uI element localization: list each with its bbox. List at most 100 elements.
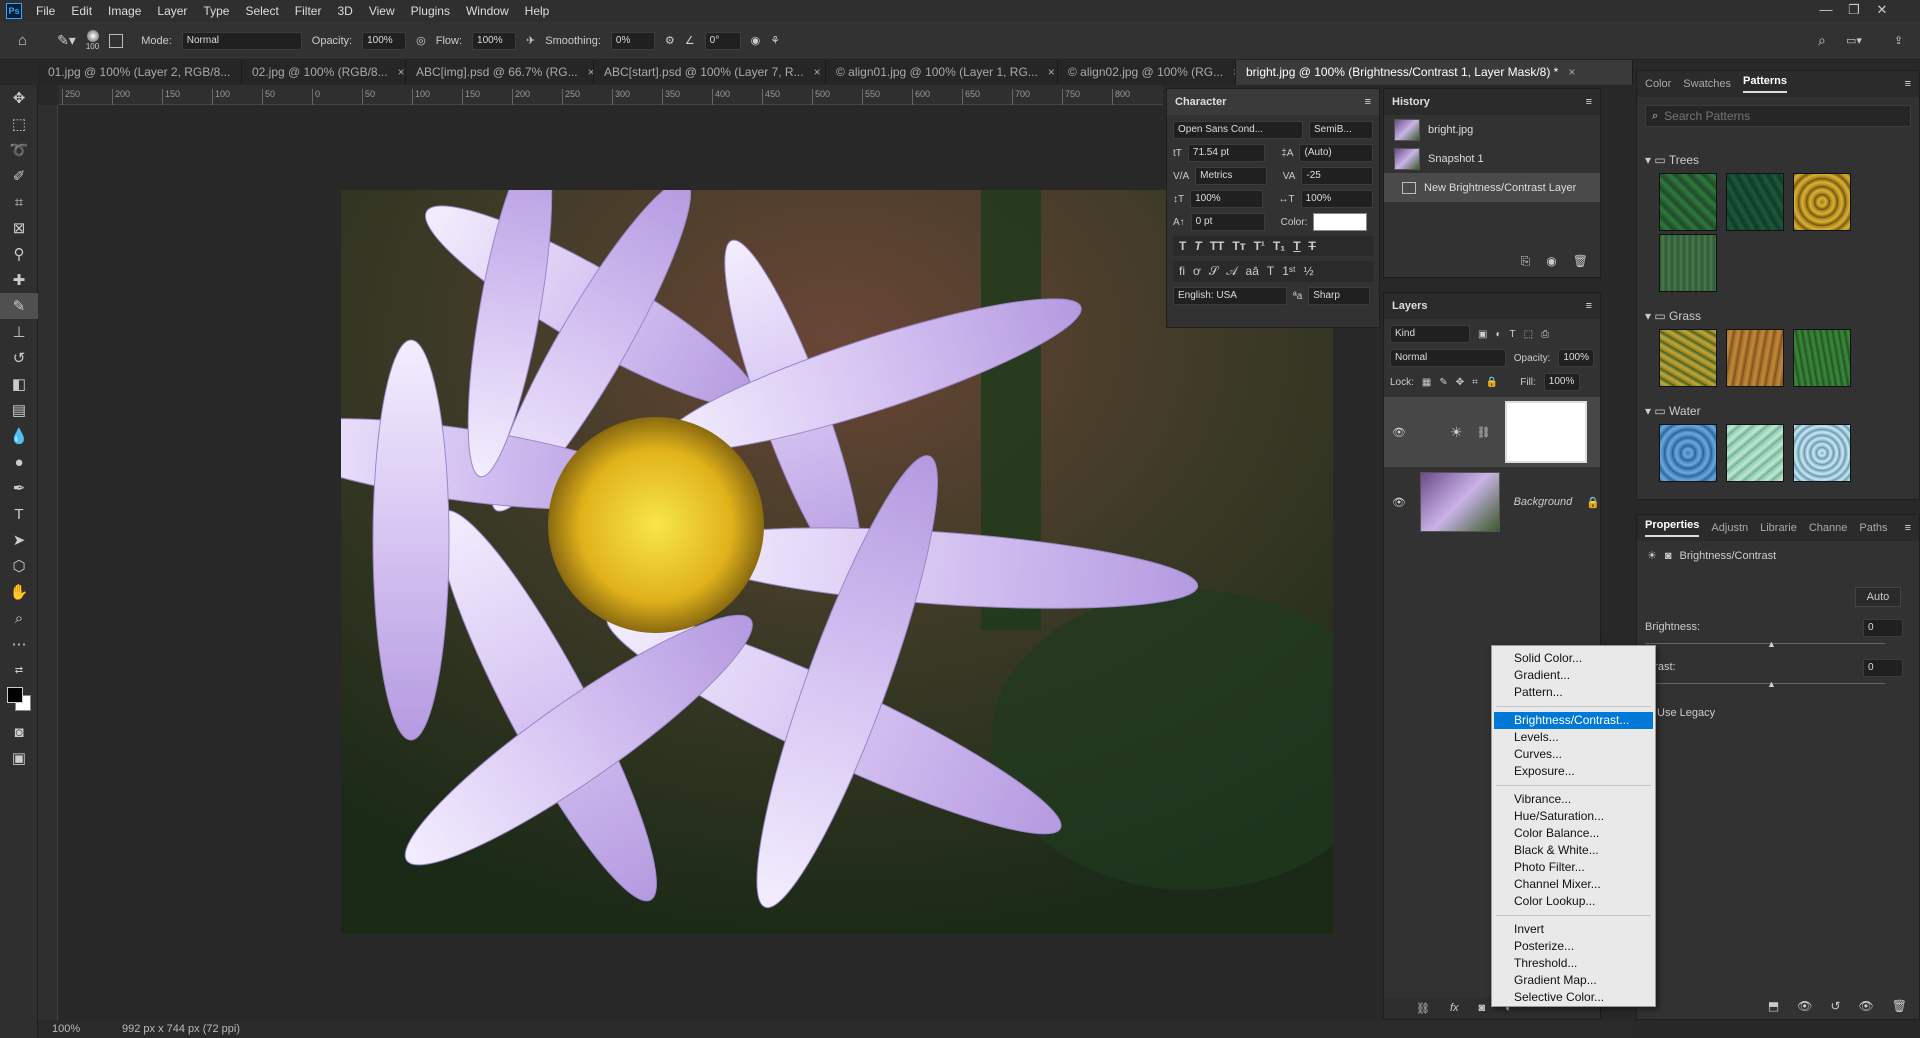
gear-icon[interactable]: ⚙ — [665, 34, 675, 47]
swap-colors-icon[interactable]: ⇄ — [0, 657, 38, 683]
tab-patterns[interactable]: Patterns — [1743, 75, 1788, 93]
layer-row-background[interactable]: 👁 Background 🔒 — [1384, 467, 1600, 537]
move-tool-icon[interactable]: ✥ — [0, 85, 38, 111]
fx-icon[interactable]: fx — [1450, 1002, 1459, 1014]
history-item[interactable]: bright.jpg — [1384, 115, 1600, 144]
tab-libraries[interactable]: Librarie — [1760, 522, 1797, 534]
menu-view[interactable]: View — [361, 0, 403, 22]
tab-properties[interactable]: Properties — [1645, 519, 1700, 537]
minimize-button[interactable]: — — [1812, 0, 1840, 22]
blur-tool-icon[interactable]: 💧 — [0, 423, 38, 449]
menu-filter[interactable]: Filter — [287, 0, 330, 22]
pressure-opacity-icon[interactable]: ◎ — [416, 34, 426, 47]
pattern-swatch[interactable] — [1659, 424, 1717, 482]
mask-icon[interactable]: ◙ — [1665, 550, 1672, 562]
menu-edit[interactable]: Edit — [63, 0, 100, 22]
strikethrough-icon[interactable]: T — [1309, 239, 1316, 253]
menu-item-levels[interactable]: Levels... — [1494, 729, 1653, 746]
hand-tool-icon[interactable]: ✋ — [0, 579, 38, 605]
close-window-button[interactable]: ✕ — [1868, 0, 1896, 22]
lock-transparent-icon[interactable]: ▦ — [1422, 377, 1431, 388]
language-select[interactable]: English: USA — [1173, 287, 1287, 305]
ordinals-icon[interactable]: 1ˢᵗ — [1282, 264, 1295, 279]
pressure-size-icon[interactable]: ◉ — [751, 34, 761, 47]
swash-icon[interactable]: 𝒮 — [1209, 264, 1218, 279]
visibility-icon[interactable]: 👁 — [1859, 999, 1874, 1013]
document-info[interactable]: 992 px x 744 px (72 ppi) — [122, 1023, 240, 1035]
contextual-icon[interactable]: T — [1267, 264, 1274, 279]
restore-button[interactable]: ❐ — [1840, 0, 1868, 22]
tab-adjustments[interactable]: Adjustn — [1711, 522, 1748, 534]
menu-image[interactable]: Image — [100, 0, 149, 22]
airbrush-icon[interactable]: ✈ — [526, 34, 535, 47]
menu-item-posterize[interactable]: Posterize... — [1494, 938, 1653, 955]
close-icon[interactable]: × — [1568, 60, 1575, 85]
close-icon[interactable]: × — [814, 60, 821, 85]
tab-abc-img[interactable]: ABC[img].psd @ 66.7% (RG... × — [406, 60, 594, 85]
new-document-icon[interactable]: ⎘ — [1521, 254, 1531, 269]
layer-fill-field[interactable]: 100% — [1543, 373, 1580, 391]
small-caps-icon[interactable]: Tт — [1232, 239, 1245, 253]
menu-help[interactable]: Help — [517, 0, 558, 22]
trash-icon[interactable]: 🗑 — [1573, 254, 1588, 269]
symmetry-icon[interactable]: ⚘ — [770, 34, 780, 47]
layer-opacity-field[interactable]: 100% — [1558, 349, 1594, 367]
subscript-icon[interactable]: T₁ — [1273, 239, 1285, 253]
leading-field[interactable]: (Auto) — [1299, 144, 1373, 162]
reset-icon[interactable]: ↺ — [1830, 999, 1840, 1013]
path-select-tool-icon[interactable]: ➤ — [0, 527, 38, 553]
layer-filter-kind[interactable]: Kind — [1390, 325, 1470, 343]
panel-menu-icon[interactable]: ≡ — [1905, 522, 1911, 534]
tab-align01[interactable]: © align01.jpg @ 100% (Layer 1, RG... × — [826, 60, 1058, 85]
search-patterns-input[interactable] — [1664, 109, 1885, 123]
filter-shape-icon[interactable]: ⬚ — [1524, 329, 1533, 340]
menu-3d[interactable]: 3D — [329, 0, 360, 22]
angle-field[interactable]: 0° — [704, 31, 741, 50]
menu-item-gradient-map[interactable]: Gradient Map... — [1494, 972, 1653, 989]
titling-icon[interactable]: aā — [1246, 264, 1259, 279]
lock-artboard-icon[interactable]: ⌗ — [1472, 377, 1478, 388]
font-size-field[interactable]: 71.54 pt — [1187, 144, 1266, 162]
eye-icon[interactable]: 👁 — [1392, 496, 1406, 509]
history-item[interactable]: New Brightness/Contrast Layer — [1384, 173, 1600, 202]
pattern-swatch[interactable] — [1726, 329, 1785, 387]
menu-item-channel-mixer[interactable]: Channel Mixer... — [1494, 876, 1653, 893]
brightness-slider-thumb[interactable]: ▲ — [1767, 639, 1776, 649]
font-family-select[interactable]: Open Sans Cond... — [1173, 121, 1303, 139]
menu-item-gradient[interactable]: Gradient... — [1494, 667, 1653, 684]
pattern-swatch[interactable] — [1659, 173, 1717, 231]
link-icon[interactable]: ⛓ — [1477, 426, 1491, 439]
tab-paths[interactable]: Paths — [1859, 522, 1887, 534]
healing-brush-tool-icon[interactable]: ✚ — [0, 267, 38, 293]
trash-icon[interactable]: 🗑 — [1892, 999, 1907, 1013]
menu-file[interactable]: File — [28, 0, 63, 22]
filter-pixel-icon[interactable]: ▣ — [1478, 329, 1487, 340]
font-style-select[interactable]: SemiB... — [1309, 121, 1373, 139]
brush-size-picker[interactable]: 100 — [86, 30, 99, 51]
frame-tool-icon[interactable]: ⊠ — [0, 215, 38, 241]
opacity-field[interactable]: 100% — [362, 31, 407, 50]
layer-row-brightness[interactable]: 👁 ☀ ⛓ — [1384, 397, 1600, 467]
blend-mode-select[interactable]: Normal — [1390, 349, 1506, 367]
quick-mask-icon[interactable]: ◙ — [0, 719, 38, 745]
menu-item-black-white[interactable]: Black & White... — [1494, 842, 1653, 859]
search-icon[interactable]: ⌕ — [1818, 32, 1826, 49]
kerning-field[interactable]: Metrics — [1195, 167, 1267, 185]
pattern-swatch[interactable] — [1793, 329, 1852, 387]
history-brush-tool-icon[interactable]: ↺ — [0, 345, 38, 371]
ligatures-icon[interactable]: fi — [1179, 264, 1185, 279]
menu-plugins[interactable]: Plugins — [403, 0, 458, 22]
menu-item-hue-saturation[interactable]: Hue/Saturation... — [1494, 808, 1653, 825]
pattern-swatch[interactable] — [1793, 173, 1852, 231]
close-icon[interactable]: × — [1048, 60, 1055, 85]
fractions-icon[interactable]: ½ — [1304, 264, 1314, 279]
tab-01[interactable]: 01.jpg @ 100% (Layer 2, RGB/8...× — [38, 60, 242, 85]
home-icon[interactable]: ⌂ — [18, 32, 27, 49]
zoom-level[interactable]: 100% — [52, 1023, 112, 1035]
marquee-tool-icon[interactable]: ⬚ — [0, 111, 38, 137]
menu-item-threshold[interactable]: Threshold... — [1494, 955, 1653, 972]
gradient-tool-icon[interactable]: ▤ — [0, 397, 38, 423]
foreground-color[interactable] — [7, 687, 23, 703]
pattern-group-trees[interactable]: ▾ ▭ Trees — [1645, 153, 1911, 167]
use-legacy-label[interactable]: Use Legacy — [1657, 707, 1715, 719]
